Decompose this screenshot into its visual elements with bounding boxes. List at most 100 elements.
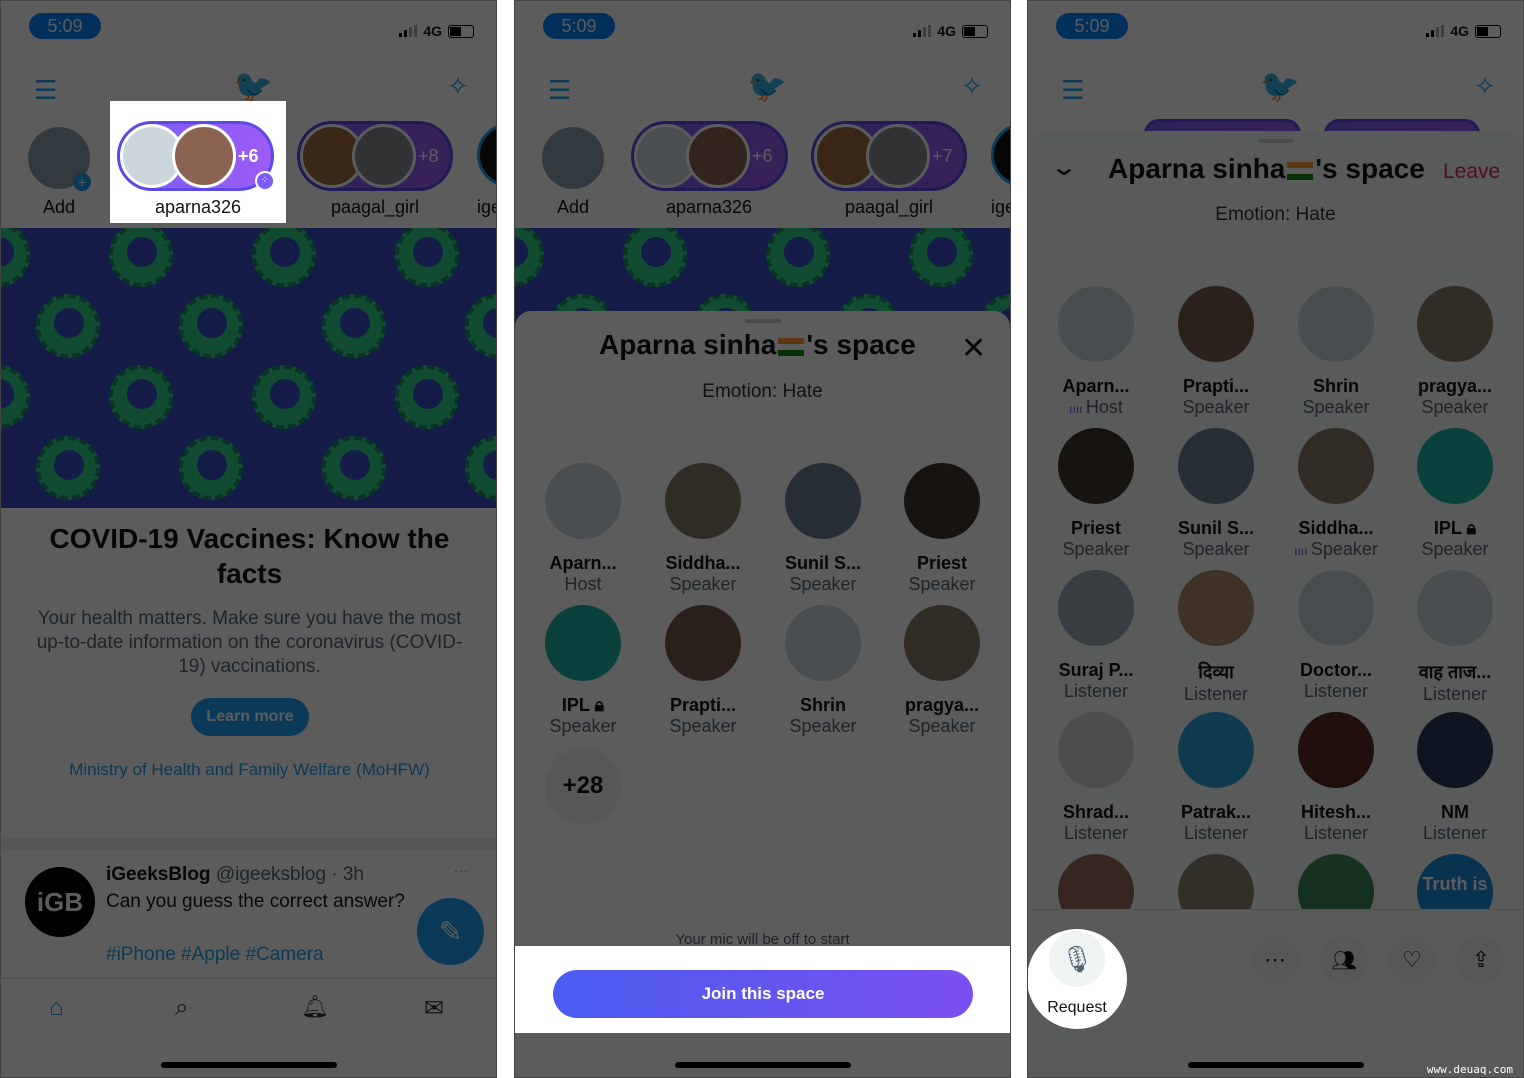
participant[interactable]: Prapti... Speaker xyxy=(1156,286,1276,418)
menu-icon[interactable]: ☰ xyxy=(548,75,571,106)
participant[interactable] xyxy=(1276,854,1396,909)
heart-plus-icon[interactable]: ♡ xyxy=(1388,936,1436,984)
avatar[interactable] xyxy=(1417,286,1493,362)
participant[interactable]: Truth is xyxy=(1395,854,1515,909)
avatar[interactable] xyxy=(1178,286,1254,362)
participant[interactable]: Patrak... Listener xyxy=(1156,712,1276,844)
participant[interactable]: pragya... Speaker xyxy=(882,605,1002,737)
compose-tweet-button[interactable]: ✎ xyxy=(417,898,484,965)
participant[interactable] xyxy=(1156,854,1276,909)
home-timeline-screen: 5:09 4G ☰ 🐦 ✧ + Add +6 ⁘ aparna326 +8 pa… xyxy=(0,0,497,1078)
avatar[interactable] xyxy=(1178,428,1254,504)
request-label[interactable]: Request xyxy=(1028,999,1127,1017)
avatar[interactable] xyxy=(1058,712,1134,788)
name-text: Patrak... xyxy=(1180,802,1252,822)
bell-icon[interactable]: 🔔︎ xyxy=(301,994,329,1020)
menu-icon[interactable]: ☰ xyxy=(34,75,57,106)
avatar[interactable] xyxy=(1058,286,1134,362)
participant[interactable]: Hitesh... Listener xyxy=(1276,712,1396,844)
participant[interactable] xyxy=(1036,854,1156,909)
participant[interactable]: Siddha... ıııı Speaker xyxy=(1276,428,1396,560)
participant[interactable]: Priest Speaker xyxy=(1036,428,1156,560)
sparkle-icon[interactable]: ✧ xyxy=(961,71,983,102)
participant[interactable]: Shrin Speaker xyxy=(1276,286,1396,418)
participant[interactable]: Sunil S... Speaker xyxy=(763,463,883,595)
more-options-icon[interactable]: ··· xyxy=(453,863,469,881)
participant[interactable]: Aparn... ıııı Host xyxy=(1036,286,1156,418)
request-highlight[interactable]: 🎙︎ Request xyxy=(1028,929,1127,1029)
avatar[interactable] xyxy=(991,123,1010,187)
avatar[interactable] xyxy=(1298,854,1374,909)
vaccine-pattern-icon xyxy=(465,294,496,358)
avatar[interactable] xyxy=(1058,854,1134,909)
close-icon[interactable]: ✕ xyxy=(961,331,986,366)
mohfw-link[interactable]: Ministry of Health and Family Welfare (M… xyxy=(1,760,496,780)
participant[interactable]: IPL 🔒︎ Speaker xyxy=(523,605,643,737)
participant[interactable]: Siddha... Speaker xyxy=(643,463,763,595)
avatar[interactable] xyxy=(1298,570,1374,646)
avatar[interactable] xyxy=(1298,286,1374,362)
add-story-avatar[interactable] xyxy=(542,127,604,189)
name-text: pragya... xyxy=(1417,376,1493,396)
space-story-highlight[interactable]: +6 ⁘ aparna326 xyxy=(110,101,286,223)
avatar[interactable] xyxy=(665,605,741,681)
participant[interactable]: Priest Speaker xyxy=(882,463,1002,595)
avatar[interactable] xyxy=(785,605,861,681)
more-participants-count[interactable]: +28 xyxy=(545,748,621,824)
avatar[interactable] xyxy=(1298,712,1374,788)
mail-icon[interactable]: ✉ xyxy=(424,994,444,1023)
tweet-avatar[interactable]: iGB xyxy=(25,867,95,937)
more-icon[interactable]: ⋯ xyxy=(1251,936,1299,984)
search-icon[interactable]: ⌕ xyxy=(175,994,188,1022)
vaccine-pattern-icon xyxy=(515,228,544,287)
avatar[interactable] xyxy=(1417,428,1493,504)
avatar[interactable] xyxy=(545,463,621,539)
sparkle-icon[interactable]: ✧ xyxy=(1474,71,1496,102)
menu-icon[interactable]: ☰ xyxy=(1061,75,1084,106)
join-space-button[interactable]: Join this space xyxy=(553,970,973,1018)
space-pill[interactable]: +8 xyxy=(297,121,453,191)
tweet-author[interactable]: iGeeksBlog xyxy=(106,864,211,885)
avatar[interactable] xyxy=(785,463,861,539)
avatar[interactable] xyxy=(1417,712,1493,788)
participant[interactable]: दिव्या Listener xyxy=(1156,570,1276,705)
participant[interactable]: Shrin Speaker xyxy=(763,605,883,737)
avatar[interactable] xyxy=(545,605,621,681)
space-pill[interactable]: +7 xyxy=(811,121,967,191)
space-pill[interactable]: +6 xyxy=(631,121,788,191)
avatar[interactable] xyxy=(1178,570,1254,646)
participant[interactable]: Sunil S... Speaker xyxy=(1156,428,1276,560)
avatar[interactable] xyxy=(1058,570,1134,646)
learn-more-button[interactable]: Learn more xyxy=(191,698,309,736)
participant[interactable]: Doctor... Listener xyxy=(1276,570,1396,702)
sparkle-icon[interactable]: ✧ xyxy=(447,71,469,102)
tweet-hashtags[interactable]: #iPhone #Apple #Camera xyxy=(106,944,324,966)
participant-name: Suraj P... xyxy=(1036,660,1156,681)
avatar[interactable]: Truth is xyxy=(1417,854,1493,909)
avatar[interactable] xyxy=(1298,428,1374,504)
participant[interactable]: IPL 🔒︎ Speaker xyxy=(1395,428,1515,560)
sheet-handle[interactable] xyxy=(744,319,781,323)
participant[interactable]: Prapti... Speaker xyxy=(643,605,763,737)
avatar[interactable] xyxy=(477,123,496,187)
space-pill[interactable]: +6 ⁘ xyxy=(117,121,275,191)
participant[interactable]: Suraj P... Listener xyxy=(1036,570,1156,702)
participant[interactable]: Shrad... Listener xyxy=(1036,712,1156,844)
share-icon[interactable]: ⇪ xyxy=(1457,936,1505,984)
avatar[interactable] xyxy=(904,463,980,539)
vaccine-pattern-icon xyxy=(395,228,459,287)
people-icon[interactable]: 👥︎ xyxy=(1320,936,1368,984)
avatar[interactable] xyxy=(1058,428,1134,504)
participant[interactable]: pragya... Speaker xyxy=(1395,286,1515,418)
microphone-icon[interactable]: 🎙︎ xyxy=(1049,931,1105,987)
avatar[interactable] xyxy=(1178,712,1254,788)
avatar[interactable] xyxy=(1178,854,1254,909)
home-icon[interactable]: ⌂ xyxy=(49,994,64,1022)
participant[interactable]: Aparn... Host xyxy=(523,463,643,595)
avatar[interactable] xyxy=(1417,570,1493,646)
participant[interactable]: वाह ताज... Listener xyxy=(1395,570,1515,705)
participant[interactable]: NM Listener xyxy=(1395,712,1515,844)
avatar[interactable] xyxy=(665,463,741,539)
story-label: aparna326 xyxy=(154,197,242,217)
avatar[interactable] xyxy=(904,605,980,681)
